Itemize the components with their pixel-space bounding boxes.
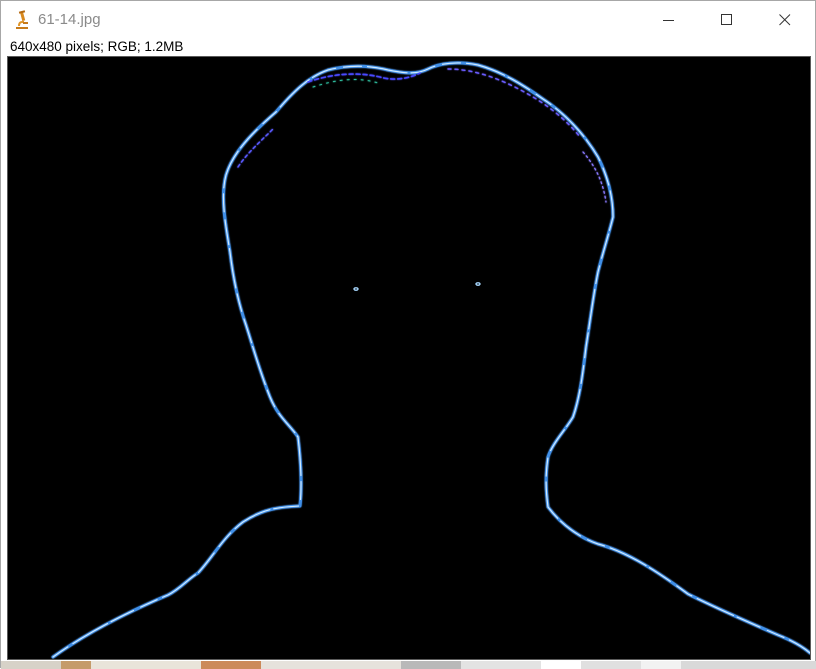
- image-window: 61-14.jpg 640x480 pixels; RGB; 1.2MB: [0, 0, 816, 669]
- maximize-icon: [721, 14, 732, 25]
- minimize-icon: [663, 20, 674, 21]
- maximize-button[interactable]: [704, 1, 750, 39]
- image-info-text: 640x480 pixels; RGB; 1.2MB: [10, 39, 184, 54]
- edge-image: [8, 57, 810, 659]
- image-canvas[interactable]: [7, 56, 811, 660]
- minimize-button[interactable]: [646, 1, 692, 39]
- imagej-microscope-icon: [13, 10, 31, 30]
- window-title: 61-14.jpg: [38, 11, 101, 28]
- close-button[interactable]: [762, 1, 808, 39]
- title-bar[interactable]: 61-14.jpg: [1, 1, 815, 39]
- close-icon: [779, 14, 791, 26]
